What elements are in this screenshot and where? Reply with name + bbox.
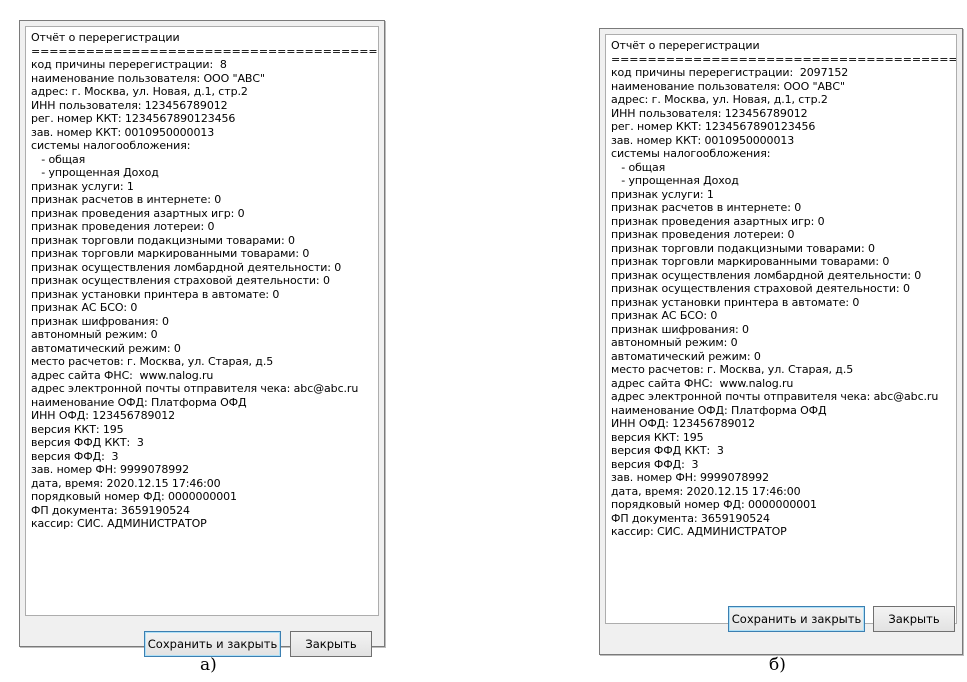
report-line: ИНН ОФД: 123456789012 [611, 417, 756, 430]
report-line: Отчёт о перерегистрации [31, 31, 180, 44]
report-line: признак установки принтера в автомате: 0 [31, 287, 280, 301]
report-line: код причины перерегистрации: 8 [31, 58, 227, 71]
report-line: признак торговли подакцизными товарами: … [611, 241, 875, 255]
caption-b: б) [769, 655, 786, 675]
report-line: - упрощенная Доход [611, 174, 739, 187]
report-text-area-a[interactable]: Отчёт о перерегистрации =================… [25, 26, 379, 616]
report-line: ИНН ОФД: 123456789012 [31, 409, 176, 422]
report-line: рег. номер ККТ: 1234567890123456 [611, 120, 816, 133]
report-line: системы налогообложения: [611, 147, 771, 160]
report-line: версия ККТ: 195 [31, 422, 124, 436]
report-line: ФП документа: 3659190524 [611, 511, 770, 525]
close-button-a[interactable]: Закрыть [290, 631, 372, 657]
report-line: признак установки принтера в автомате: 0 [611, 295, 860, 309]
report-line: - общая [31, 152, 86, 166]
report-line: наименование пользователя: ООО "АВС" [611, 79, 845, 93]
report-line: ========================================… [611, 52, 957, 66]
report-line: - упрощенная Доход [31, 166, 159, 179]
report-line: Отчёт о перерегистрации [611, 39, 760, 52]
report-line: автономный режим: 0 [611, 336, 738, 349]
report-line: версия ФФД ККТ: 3 [611, 444, 724, 457]
report-line: кассир: СИС. АДМИНИСТРАТОР [31, 517, 207, 530]
report-line: ИНН пользователя: 123456789012 [611, 106, 808, 120]
report-line: адрес электронной почты отправителя чека… [31, 382, 359, 395]
report-line: адрес сайта ФНС: www.nalog.ru [611, 376, 794, 390]
report-line: признак шифрования: 0 [611, 322, 749, 336]
report-line: дата, время: 2020.12.15 17:46:00 [611, 484, 801, 498]
report-line: кассир: СИС. АДМИНИСТРАТОР [611, 525, 787, 538]
report-line: порядковый номер ФД: 0000000001 [31, 490, 237, 503]
report-line: признак шифрования: 0 [31, 314, 169, 328]
report-window-a: Отчёт о перерегистрации =================… [19, 20, 385, 657]
report-line: признак услуги: 1 [611, 187, 714, 201]
report-line: наименование ОФД: Платформа ОФД [611, 403, 827, 417]
report-line: рег. номер ККТ: 1234567890123456 [31, 112, 236, 125]
report-line: автоматический режим: 0 [611, 349, 761, 363]
report-line: адрес электронной почты отправителя чека… [611, 390, 939, 403]
report-line: адрес сайта ФНС: www.nalog.ru [31, 368, 214, 382]
report-line: признак АС БСО: 0 [611, 309, 718, 322]
report-text-area-b[interactable]: Отчёт о перерегистрации =================… [605, 34, 957, 624]
report-line: зав. номер ККТ: 0010950000013 [611, 133, 795, 147]
report-line: ИНН пользователя: 123456789012 [31, 98, 228, 112]
report-line: признак проведения лотереи: 0 [611, 228, 795, 241]
report-line: версия ККТ: 195 [611, 430, 704, 444]
report-line: место расчетов: г. Москва, ул. Старая, д… [31, 355, 274, 368]
report-line: автономный режим: 0 [31, 328, 158, 341]
report-line: зав. номер ККТ: 0010950000013 [31, 125, 215, 139]
report-line: признак осуществления ломбардной деятель… [611, 268, 922, 282]
save-and-close-button-a[interactable]: Сохранить и закрыть [144, 631, 281, 657]
report-line: признак проведения лотереи: 0 [31, 220, 215, 233]
report-line: признак АС БСО: 0 [31, 301, 138, 314]
report-line: версия ФФД: 3 [31, 449, 119, 463]
report-line: место расчетов: г. Москва, ул. Старая, д… [611, 363, 854, 376]
report-line: признак осуществления страховой деятельн… [31, 274, 330, 287]
report-line: порядковый номер ФД: 0000000001 [611, 498, 817, 511]
report-line: признак расчетов в интернете: 0 [31, 193, 222, 206]
report-line: зав. номер ФН: 9999078992 [611, 471, 769, 484]
report-line: признак услуги: 1 [31, 179, 134, 193]
save-and-close-button-b[interactable]: Сохранить и закрыть [728, 606, 865, 632]
report-line: адрес: г. Москва, ул. Новая, д.1, стр.2 [611, 93, 828, 106]
report-line: версия ФФД ККТ: 3 [31, 436, 144, 449]
report-line: признак торговли подакцизными товарами: … [31, 233, 295, 247]
report-line: - общая [611, 160, 666, 174]
report-line: версия ФФД: 3 [611, 457, 699, 471]
report-line: признак осуществления страховой деятельн… [611, 282, 910, 295]
report-line: признак осуществления ломбардной деятель… [31, 260, 342, 274]
report-line: зав. номер ФН: 9999078992 [31, 463, 189, 476]
report-line: ФП документа: 3659190524 [31, 503, 190, 517]
report-line: наименование ОФД: Платформа ОФД [31, 395, 247, 409]
report-line: признак расчетов в интернете: 0 [611, 201, 802, 214]
report-lines-b: Отчёт о перерегистрации =================… [611, 39, 957, 539]
close-button-b[interactable]: Закрыть [873, 606, 955, 632]
report-line: автоматический режим: 0 [31, 341, 181, 355]
report-line: наименование пользователя: ООО "АВС" [31, 71, 265, 85]
caption-a: а) [200, 655, 217, 675]
report-line: признак торговли маркированными товарами… [31, 247, 310, 260]
report-line: код причины перерегистрации: 2097152 [611, 66, 849, 79]
report-line: ========================================… [31, 44, 379, 58]
report-line: признак проведения азартных игр: 0 [31, 206, 245, 220]
report-line: дата, время: 2020.12.15 17:46:00 [31, 476, 221, 490]
report-window-b: Отчёт о перерегистрации =================… [599, 28, 963, 655]
report-line: признак торговли маркированными товарами… [611, 255, 890, 268]
report-line: системы налогообложения: [31, 139, 191, 152]
report-line: признак проведения азартных игр: 0 [611, 214, 825, 228]
report-line: адрес: г. Москва, ул. Новая, д.1, стр.2 [31, 85, 248, 98]
report-lines-a: Отчёт о перерегистрации =================… [31, 31, 379, 531]
